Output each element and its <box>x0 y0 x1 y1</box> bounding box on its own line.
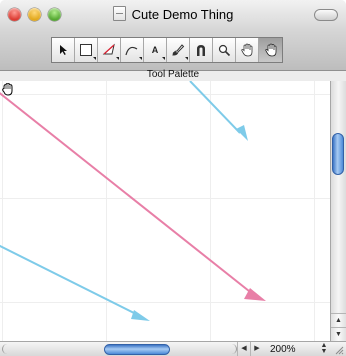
toolbar: A <box>0 30 346 71</box>
magnet-icon <box>195 44 207 57</box>
vertical-scroll-thumb[interactable] <box>332 133 344 175</box>
triangle-icon <box>102 43 116 57</box>
grab-hand-tool[interactable] <box>259 38 282 62</box>
tool-palette-label: Tool Palette <box>146 69 200 80</box>
tool-palette: A <box>51 37 283 63</box>
scroll-up-arrow-icon[interactable]: ▲ <box>331 313 346 327</box>
hand-tool[interactable] <box>236 38 259 62</box>
tool-menu-indicator-icon <box>93 57 96 60</box>
horizontal-scroll-thumb[interactable] <box>104 344 170 355</box>
curve-tool[interactable] <box>121 38 144 62</box>
grab-hand-icon <box>264 43 278 57</box>
document-proxy-icon[interactable] <box>112 6 126 21</box>
horizontal-scrollbar[interactable]: ◀ ▶ 200% ▲ ▼ <box>0 341 346 356</box>
zoom-level[interactable]: 200% <box>270 343 296 356</box>
magnet-tool[interactable] <box>190 38 213 62</box>
blue-arrow-bottom[interactable] <box>0 243 150 321</box>
title-bar[interactable]: Cute Demo Thing <box>0 0 346 30</box>
scroll-track-left-cap <box>2 344 11 354</box>
tool-menu-indicator-icon <box>185 57 188 60</box>
canvas-drawing <box>0 81 266 321</box>
resize-grip-icon[interactable] <box>333 344 344 355</box>
curve-icon <box>125 43 139 57</box>
rectangle-icon <box>79 43 93 57</box>
text-a-icon: A <box>151 45 159 55</box>
tool-menu-indicator-icon <box>116 57 119 60</box>
toolbar-toggle-button[interactable] <box>314 9 338 21</box>
arrow-pointer-icon <box>58 44 68 56</box>
rectangle-tool[interactable] <box>75 38 98 62</box>
window-title: Cute Demo Thing <box>131 7 234 22</box>
grab-hand-cursor-icon <box>2 83 13 96</box>
magnifier-icon <box>218 44 231 57</box>
polygon-tool[interactable] <box>98 38 121 62</box>
brush-icon <box>171 43 185 57</box>
scroll-right-arrow-icon[interactable]: ▶ <box>250 342 263 356</box>
brush-tool[interactable] <box>167 38 190 62</box>
tool-menu-indicator-icon <box>139 57 142 60</box>
text-tool[interactable]: A <box>144 38 167 62</box>
window-title-area: Cute Demo Thing <box>0 6 346 22</box>
scroll-left-arrow-icon[interactable]: ◀ <box>237 342 250 356</box>
vertical-scrollbar[interactable]: ▲ ▼ <box>330 81 346 341</box>
scroll-down-arrow-icon[interactable]: ▼ <box>331 327 346 341</box>
zoom-stepper-icon[interactable]: ▲ ▼ <box>320 342 328 355</box>
zoom-tool[interactable] <box>213 38 236 62</box>
arrow-select-tool[interactable] <box>52 38 75 62</box>
tool-menu-indicator-icon <box>162 57 165 60</box>
document-window: Cute Demo Thing A Tool Palette ▲ ▼ ◀ ▶ 2… <box>0 0 346 356</box>
blue-arrow-top[interactable] <box>189 81 248 141</box>
drawing-canvas[interactable] <box>0 81 330 341</box>
hand-icon <box>240 43 254 57</box>
